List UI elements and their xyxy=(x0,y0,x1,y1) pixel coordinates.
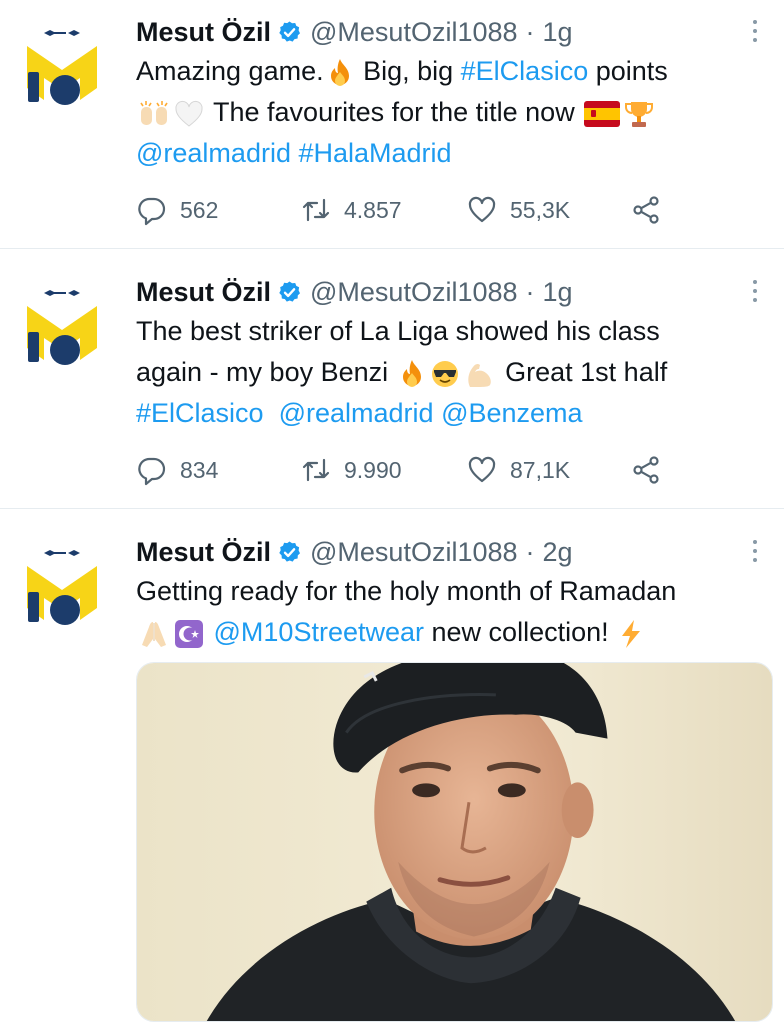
retweet-button[interactable]: 4.857 xyxy=(300,190,402,230)
fire-emoji-icon xyxy=(330,58,349,86)
timestamp[interactable]: 1g xyxy=(543,17,573,48)
raising-hands-emoji-icon xyxy=(140,100,168,125)
m10-logo-icon[interactable] xyxy=(22,286,102,366)
reply-count: 834 xyxy=(180,456,219,483)
retweet-count: 4.857 xyxy=(344,196,402,223)
tweet-header: Mesut Özil @MesutOzil1088 · 1g xyxy=(136,14,573,50)
tweet-actions: 834 9.990 87,1K xyxy=(136,450,736,490)
timestamp[interactable]: 2g xyxy=(543,537,573,568)
share-button[interactable] xyxy=(630,190,662,230)
author-handle[interactable]: @MesutOzil1088 xyxy=(310,17,518,48)
tweet-text: The best striker of La Liga showed his c… xyxy=(136,311,776,434)
separator: · xyxy=(525,16,535,47)
mention-link[interactable]: @M10Streetwear xyxy=(214,617,425,647)
sunglasses-emoji-icon xyxy=(431,360,458,387)
fire-emoji-icon xyxy=(402,359,421,387)
divider xyxy=(0,248,784,249)
tweet-text: Getting ready for the holy month of Rama… xyxy=(136,571,776,653)
reply-icon xyxy=(138,457,166,486)
divider xyxy=(0,508,784,509)
text-segment: The favourites for the title now xyxy=(206,97,583,127)
tweet-photo[interactable] xyxy=(136,662,773,1022)
verified-badge-icon xyxy=(278,539,302,563)
more-vertical-icon[interactable] xyxy=(745,276,765,306)
author-name[interactable]: Mesut Özil xyxy=(136,277,271,308)
separator: · xyxy=(525,276,535,307)
m10-logo-icon[interactable] xyxy=(22,546,102,626)
text-segment: new collection! xyxy=(424,617,617,647)
high-voltage-emoji-icon xyxy=(622,619,641,648)
tweet-header: Mesut Özil @MesutOzil1088 · 2g xyxy=(136,534,573,570)
m10-logo-icon[interactable] xyxy=(22,26,102,106)
spain-flag-emoji-icon xyxy=(584,100,621,127)
trophy-emoji-icon xyxy=(625,101,654,127)
author-handle[interactable]: @MesutOzil1088 xyxy=(310,277,518,308)
hashtag-link[interactable]: #ElClasico xyxy=(461,56,589,86)
photo-eye-right xyxy=(497,783,526,798)
like-count: 87,1K xyxy=(510,456,571,483)
retweet-icon xyxy=(302,198,330,222)
author-name[interactable]: Mesut Özil xyxy=(136,537,271,568)
like-button[interactable]: 55,3K xyxy=(466,190,570,230)
text-segment: The best striker of La Liga showed his c… xyxy=(136,316,660,346)
text-segment: again - my boy Benzi xyxy=(136,357,396,387)
share-button[interactable] xyxy=(630,450,662,490)
timestamp[interactable]: 1g xyxy=(543,277,573,308)
like-count: 55,3K xyxy=(510,196,571,223)
text-segment: Amazing game. xyxy=(136,56,324,86)
text-segment xyxy=(434,398,442,428)
retweet-button[interactable]: 9.990 xyxy=(300,450,402,490)
share-icon xyxy=(633,456,659,484)
photo-eye-left xyxy=(412,783,441,798)
more-vertical-icon[interactable] xyxy=(745,16,765,46)
verified-badge-icon xyxy=(278,279,302,303)
white-heart-emoji-icon xyxy=(175,100,203,127)
tweet-text: Amazing game. Big, big #ElClasico points… xyxy=(136,51,776,174)
more-vertical-icon[interactable] xyxy=(745,536,765,566)
text-segment: Getting ready for the holy month of Rama… xyxy=(136,576,677,606)
text-segment: Great 1st half xyxy=(497,357,668,387)
like-icon xyxy=(468,196,496,223)
author-name[interactable]: Mesut Özil xyxy=(136,17,271,48)
hashtag-link[interactable]: #ElClasico xyxy=(136,398,264,428)
verified-badge-icon xyxy=(278,19,302,43)
text-segment: Big, big xyxy=(355,56,461,86)
mention-link[interactable]: @realmadrid xyxy=(279,398,434,428)
tweet-actions: 562 4.857 55,3K xyxy=(136,190,736,230)
text-segment: points xyxy=(588,56,668,86)
retweet-icon xyxy=(302,458,330,482)
photo-ear xyxy=(561,782,594,839)
star-and-crescent-emoji-icon xyxy=(175,619,203,648)
flexed-biceps-emoji-icon xyxy=(467,363,491,387)
tweet-2[interactable]: Mesut Özil @MesutOzil1088 · 1g The best … xyxy=(0,274,784,506)
share-icon xyxy=(633,196,659,224)
text-segment xyxy=(206,617,214,647)
mention-link[interactable]: @realmadrid xyxy=(136,138,291,168)
text-segment xyxy=(264,398,279,428)
reply-count: 562 xyxy=(180,196,219,223)
folded-hands-emoji-icon xyxy=(142,621,166,647)
like-icon xyxy=(468,456,496,483)
tweet-header: Mesut Özil @MesutOzil1088 · 1g xyxy=(136,274,573,310)
retweet-count: 9.990 xyxy=(344,456,402,483)
separator: · xyxy=(525,536,535,567)
mention-link[interactable]: @Benzema xyxy=(441,398,582,428)
reply-button[interactable]: 562 xyxy=(136,190,218,230)
reply-icon xyxy=(138,197,166,226)
tweet-3[interactable]: Mesut Özil @MesutOzil1088 · 2g Getting r… xyxy=(0,534,784,1024)
reply-button[interactable]: 834 xyxy=(136,450,218,490)
author-handle[interactable]: @MesutOzil1088 xyxy=(310,537,518,568)
tweet-1[interactable]: Mesut Özil @MesutOzil1088 · 1g Amazing g… xyxy=(0,14,784,246)
hashtag-link[interactable]: #HalaMadrid xyxy=(298,138,451,168)
like-button[interactable]: 87,1K xyxy=(466,450,570,490)
